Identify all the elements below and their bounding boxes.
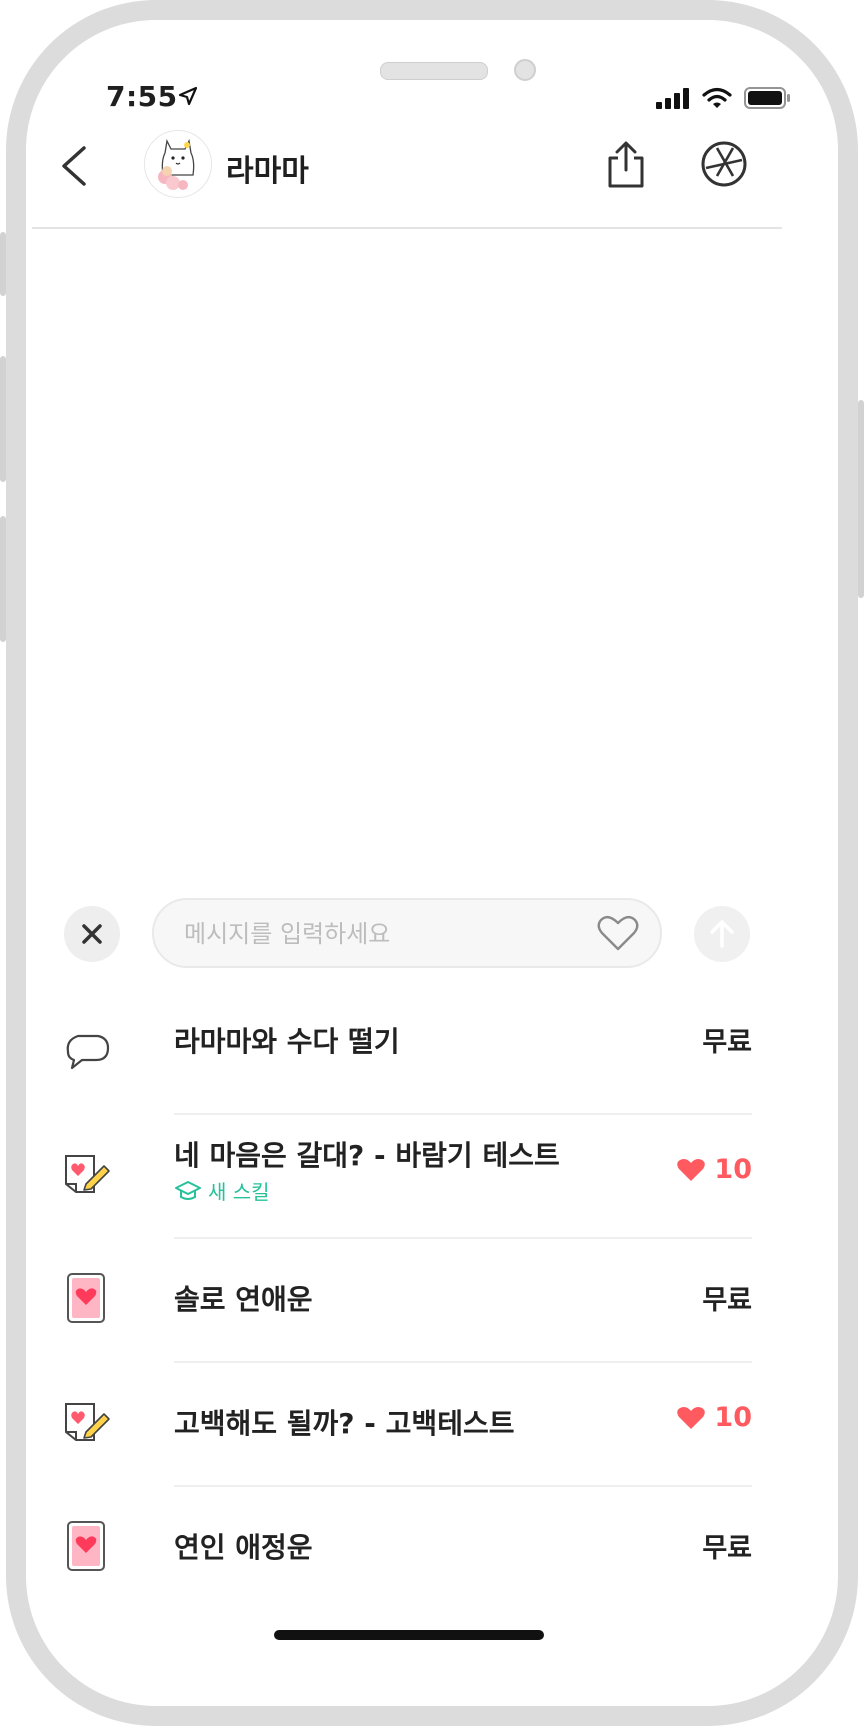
- menu-item-text: 라마마와 수다 떨기 무료: [174, 990, 752, 1115]
- test-paper-icon: [65, 1403, 110, 1441]
- location-arrow-icon: [178, 86, 198, 106]
- close-button[interactable]: [64, 906, 120, 962]
- speech-bubble-icon: [66, 1034, 110, 1070]
- menu-item-label: 네 마음은 갈대? - 바람기 테스트: [174, 1139, 560, 1172]
- menu-item-text: 고백해도 될까? - 고백테스트 10: [174, 1362, 752, 1487]
- close-icon: [82, 924, 102, 944]
- heart-icon: [677, 1406, 706, 1429]
- new-skill-label: 새 스킬: [208, 1180, 270, 1204]
- battery-icon: [744, 87, 790, 109]
- heart-card-icon: [67, 1521, 105, 1571]
- send-button[interactable]: [694, 906, 750, 962]
- menu-item-price: 무료: [702, 1285, 752, 1316]
- menu-item-price: 무료: [702, 1027, 752, 1058]
- power-button: [858, 400, 864, 598]
- graduation-cap-icon: [175, 1180, 201, 1200]
- heart-card-icon: [67, 1273, 105, 1323]
- status-time: 7:55: [106, 80, 178, 113]
- heart-icon: [677, 1158, 706, 1181]
- menu-item-price: 10: [676, 1154, 752, 1185]
- camera-aperture-icon[interactable]: [700, 140, 748, 188]
- skill-menu: 라마마와 수다 떨기 무료 네 마음은 갈대? - 바람기 테스트 새 스킬 1…: [62, 990, 752, 1610]
- test-paper-icon: [65, 1155, 110, 1193]
- front-camera: [514, 59, 536, 81]
- price-value: 10: [714, 1402, 752, 1433]
- wifi-icon: [702, 87, 732, 108]
- message-input[interactable]: [182, 900, 586, 968]
- menu-item-couple-love[interactable]: 연인 애정운 무료: [62, 1486, 752, 1610]
- page-title: 라마마: [226, 154, 309, 189]
- avatar[interactable]: [144, 130, 212, 198]
- arrow-up-icon: [710, 920, 734, 948]
- heart-outline-icon[interactable]: [596, 914, 640, 952]
- back-chevron-icon[interactable]: [52, 144, 92, 188]
- new-skill-badge: 새 스킬: [174, 1176, 270, 1205]
- message-input-box[interactable]: [152, 898, 662, 968]
- menu-item-price: 10: [676, 1402, 752, 1433]
- menu-item-price: 무료: [702, 1533, 752, 1564]
- menu-item-label: 연인 애정운: [174, 1531, 313, 1564]
- menu-item-solo-love[interactable]: 솔로 연애운 무료: [62, 1238, 752, 1363]
- menu-item-chat[interactable]: 라마마와 수다 떨기 무료: [62, 990, 752, 1115]
- volume-down-button: [0, 516, 6, 642]
- menu-item-text: 연인 애정운 무료: [174, 1486, 752, 1609]
- menu-item-text: 솔로 연애운 무료: [174, 1238, 752, 1363]
- home-indicator[interactable]: [274, 1630, 544, 1640]
- menu-item-label: 고백해도 될까? - 고백테스트: [174, 1407, 515, 1440]
- menu-item-test-1[interactable]: 네 마음은 갈대? - 바람기 테스트 새 스킬 10: [62, 1114, 752, 1239]
- menu-item-test-2[interactable]: 고백해도 될까? - 고백테스트 10: [62, 1362, 752, 1487]
- price-value: 10: [714, 1154, 752, 1185]
- volume-up-button: [0, 356, 6, 482]
- cat-mascot-icon: [158, 138, 195, 190]
- menu-item-label: 라마마와 수다 떨기: [174, 1025, 400, 1058]
- cellular-signal-icon: [656, 88, 689, 109]
- menu-item-text: 네 마음은 갈대? - 바람기 테스트 새 스킬 10: [174, 1114, 752, 1239]
- menu-item-label: 솔로 연애운: [174, 1283, 313, 1316]
- speaker: [380, 62, 488, 80]
- silent-switch: [0, 232, 6, 296]
- share-icon[interactable]: [604, 140, 648, 190]
- status-indicators: [656, 86, 792, 110]
